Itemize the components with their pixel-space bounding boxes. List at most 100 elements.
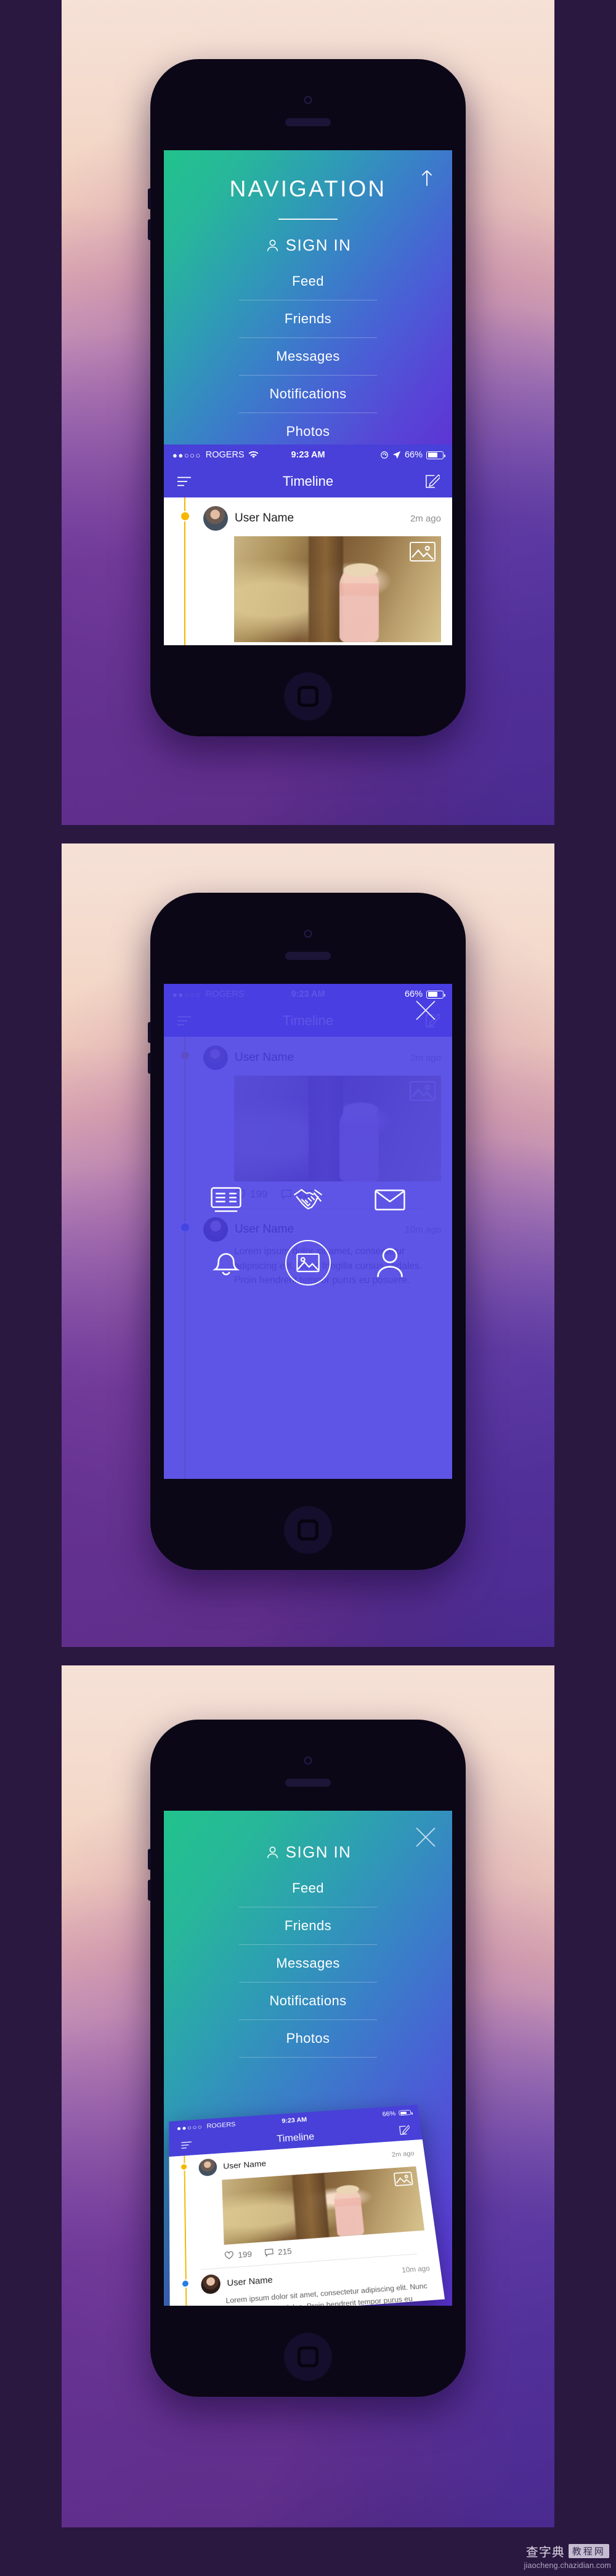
- status-left: ●●○○○ ROGERS: [176, 2120, 236, 2132]
- heart-icon: [224, 2251, 234, 2260]
- watermark-url: jiaocheng.chazidian.com: [524, 2561, 611, 2570]
- photo-subject: [339, 566, 379, 642]
- image-icon: [393, 2171, 413, 2186]
- avatar[interactable]: [203, 506, 228, 531]
- earpiece-speaker: [285, 1779, 331, 1787]
- showcase-panel-1: NAVIGATION SIGN IN Feed Friends Messages…: [62, 0, 554, 825]
- post-author: User Name: [223, 2159, 267, 2171]
- menu-icon-profile[interactable]: [367, 1240, 413, 1286]
- avatar[interactable]: [201, 2274, 221, 2295]
- comment-action[interactable]: 215: [265, 2247, 292, 2258]
- page-background: NAVIGATION SIGN IN Feed Friends Messages…: [0, 0, 616, 2576]
- phone-screen-3: SIGN IN Feed Friends Messages Notificati…: [164, 1811, 452, 2306]
- menu-item-messages[interactable]: Messages: [239, 1945, 377, 1982]
- bell-icon: [212, 1253, 240, 1276]
- sign-in-button[interactable]: SIGN IN: [164, 236, 452, 255]
- home-button[interactable]: [284, 672, 332, 720]
- carrier-label: ROGERS: [205, 450, 245, 460]
- menu-item-friends[interactable]: Friends: [239, 300, 377, 338]
- volume-up-button[interactable]: [148, 188, 151, 209]
- feed-icon: [211, 1187, 241, 1212]
- battery-percent: 66%: [404, 450, 423, 460]
- menu-icon-feed[interactable]: [203, 1177, 249, 1223]
- timeline-feed[interactable]: User Name 2m ago: [164, 497, 452, 645]
- signal-strength-dots: ●●○○○: [176, 2122, 203, 2132]
- menu-icon-notifications[interactable]: [203, 1240, 249, 1286]
- showcase-panel-2: ●●○○○ ROGERS 9:23 AM 66% Timeline: [62, 843, 554, 1647]
- iphone-frame-3: SIGN IN Feed Friends Messages Notificati…: [148, 1720, 466, 2397]
- timeline-dot: [181, 2279, 190, 2288]
- signal-strength-dots: ●●○○○: [172, 450, 201, 460]
- like-count: 199: [238, 2249, 253, 2260]
- watermark-brand: 查字典: [525, 2545, 565, 2559]
- like-action[interactable]: 199: [224, 2249, 252, 2260]
- battery-icon: [398, 2109, 411, 2116]
- icon-menu-grid: [164, 1177, 452, 1286]
- menu-icon-photos[interactable]: [285, 1240, 331, 1286]
- menu-item-notifications[interactable]: Notifications: [239, 1982, 377, 2020]
- menu-item-photos[interactable]: Photos: [239, 2020, 377, 2058]
- status-left: ●●○○○ ROGERS: [172, 450, 258, 460]
- person-icon: [267, 239, 278, 251]
- envelope-icon: [375, 1189, 405, 1210]
- battery-percent: 66%: [404, 989, 423, 999]
- timeline-preview: ●●○○○ ROGERS 9:23 AM 66% Timeline User N…: [164, 445, 452, 645]
- menu-item-friends[interactable]: Friends: [239, 1907, 377, 1945]
- timeline-dot: [180, 511, 190, 521]
- earpiece-speaker: [285, 952, 331, 960]
- volume-up-button[interactable]: [148, 1849, 151, 1870]
- post-photo[interactable]: [234, 536, 441, 642]
- earpiece-speaker: [285, 118, 331, 126]
- page-title: NAVIGATION: [229, 176, 387, 201]
- wifi-icon: [248, 451, 258, 458]
- hamburger-icon[interactable]: [180, 2141, 193, 2149]
- timeline-post[interactable]: User Name 2m ago: [164, 497, 452, 642]
- comment-icon: [265, 2248, 274, 2257]
- phone-screen-1: NAVIGATION SIGN IN Feed Friends Messages…: [164, 150, 452, 645]
- menu-item-notifications[interactable]: Notifications: [239, 376, 377, 413]
- navigation-drawer: SIGN IN Feed Friends Messages Notificati…: [164, 1811, 452, 2306]
- front-camera-icon: [304, 96, 312, 104]
- home-button[interactable]: [284, 1506, 332, 1554]
- comment-count: 215: [277, 2246, 293, 2257]
- status-right: 66%: [404, 989, 445, 999]
- timeline-post[interactable]: User Name 2m ago: [169, 2139, 439, 2272]
- hamburger-icon[interactable]: [176, 477, 192, 487]
- compose-icon[interactable]: [398, 2125, 410, 2136]
- person-icon: [267, 1846, 278, 1858]
- volume-down-button[interactable]: [148, 1053, 151, 1074]
- post-timestamp: 10m ago: [401, 2264, 431, 2275]
- sign-in-button[interactable]: SIGN IN: [164, 1843, 452, 1862]
- navigation-menu: Feed Friends Messages Notifications Phot…: [239, 1878, 377, 2058]
- menu-item-feed[interactable]: Feed: [239, 271, 377, 300]
- status-right: 66%: [380, 450, 445, 460]
- person-icon: [377, 1248, 403, 1278]
- showcase-panel-3: SIGN IN Feed Friends Messages Notificati…: [62, 1665, 554, 2527]
- close-icon[interactable]: [413, 997, 439, 1023]
- menu-icon-friends[interactable]: [285, 1177, 331, 1223]
- front-camera-icon: [304, 930, 312, 938]
- menu-icon-messages[interactable]: [367, 1177, 413, 1223]
- arrow-up-icon[interactable]: [419, 169, 435, 187]
- menu-item-feed[interactable]: Feed: [239, 1878, 377, 1907]
- iphone-frame-1: NAVIGATION SIGN IN Feed Friends Messages…: [148, 59, 466, 736]
- status-right: 66%: [382, 2109, 411, 2118]
- close-icon[interactable]: [413, 1824, 439, 1850]
- timeline-dot: [180, 2162, 188, 2171]
- avatar[interactable]: [198, 2158, 217, 2177]
- post-timestamp: 2m ago: [391, 2149, 415, 2159]
- volume-down-button[interactable]: [148, 219, 151, 240]
- phone-screen-2: ●●○○○ ROGERS 9:23 AM 66% Timeline: [164, 984, 452, 1479]
- volume-down-button[interactable]: [148, 1880, 151, 1901]
- home-button[interactable]: [284, 2333, 332, 2381]
- handshake-icon: [293, 1189, 323, 1210]
- compose-icon[interactable]: [424, 474, 440, 489]
- menu-item-messages[interactable]: Messages: [239, 338, 377, 376]
- timeline-feed[interactable]: User Name 2m ago: [169, 2139, 445, 2306]
- post-header: User Name 2m ago: [203, 506, 441, 531]
- volume-up-button[interactable]: [148, 1022, 151, 1043]
- tilted-timeline-card[interactable]: ●●○○○ ROGERS 9:23 AM 66% Timeline User N…: [169, 2104, 445, 2306]
- navbar-title: Timeline: [282, 473, 334, 489]
- navigation-drawer: NAVIGATION SIGN IN Feed Friends Messages…: [164, 150, 452, 451]
- rotation-lock-icon: [381, 451, 388, 459]
